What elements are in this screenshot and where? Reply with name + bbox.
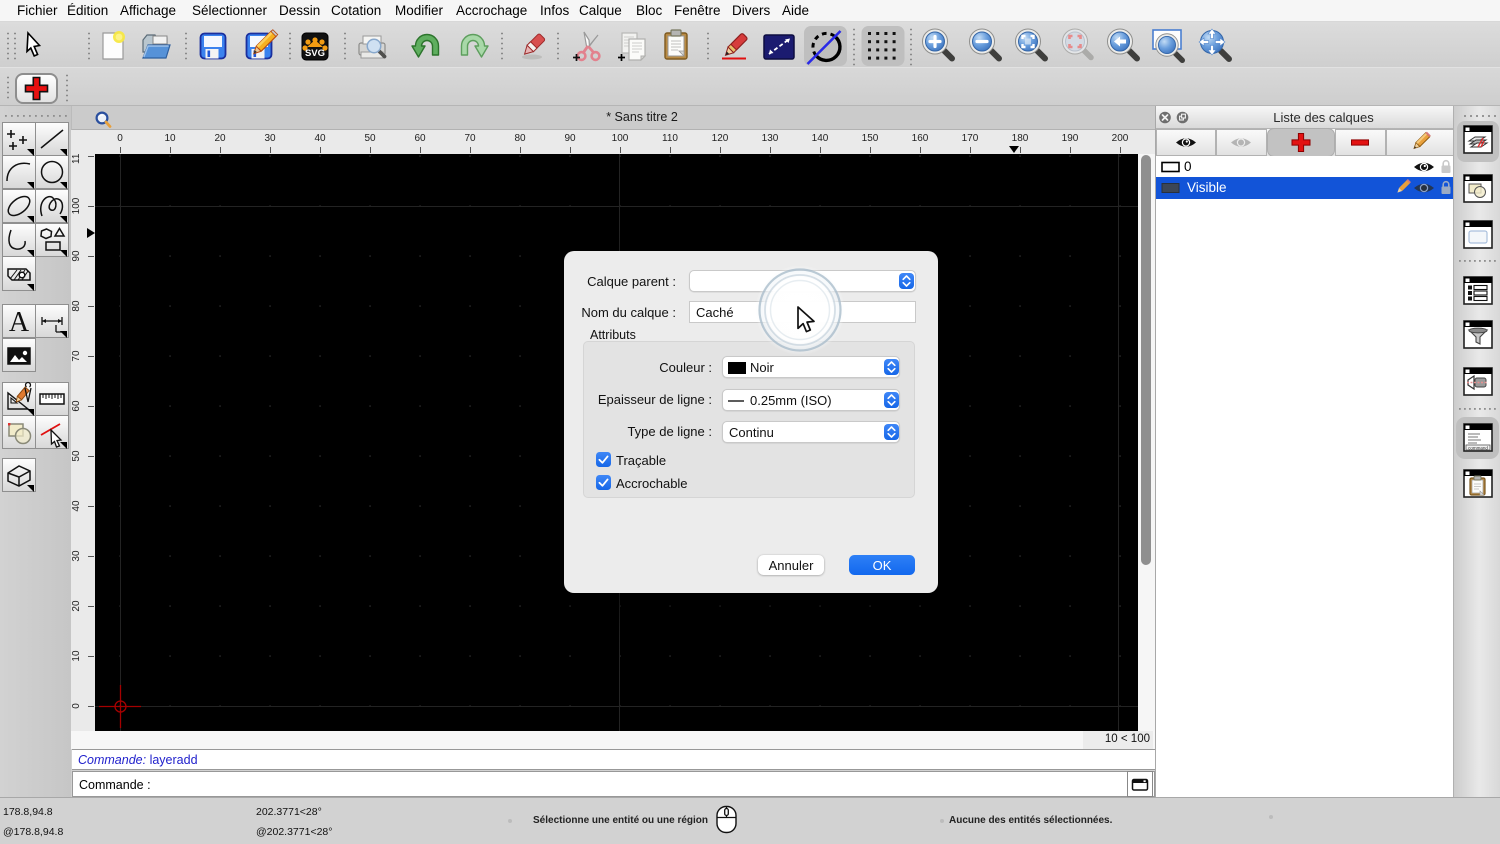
svg-text:90: 90 bbox=[71, 250, 82, 262]
svg-text:20: 20 bbox=[71, 600, 82, 612]
svg-text:70: 70 bbox=[71, 350, 82, 362]
svg-text:110: 110 bbox=[71, 154, 82, 164]
svg-text:0: 0 bbox=[71, 703, 82, 709]
svg-text:60: 60 bbox=[71, 400, 82, 412]
svg-text:30: 30 bbox=[71, 550, 82, 562]
svg-text:SVG: SVG bbox=[305, 48, 325, 59]
svg-text:command: command bbox=[1468, 445, 1488, 450]
svg-text:80: 80 bbox=[71, 300, 82, 312]
svg-text:50: 50 bbox=[71, 450, 82, 462]
svg-text:10: 10 bbox=[71, 650, 82, 662]
svg-text:100: 100 bbox=[71, 197, 82, 214]
svg-text:40: 40 bbox=[71, 500, 82, 512]
svg-text:A: A bbox=[9, 307, 30, 338]
